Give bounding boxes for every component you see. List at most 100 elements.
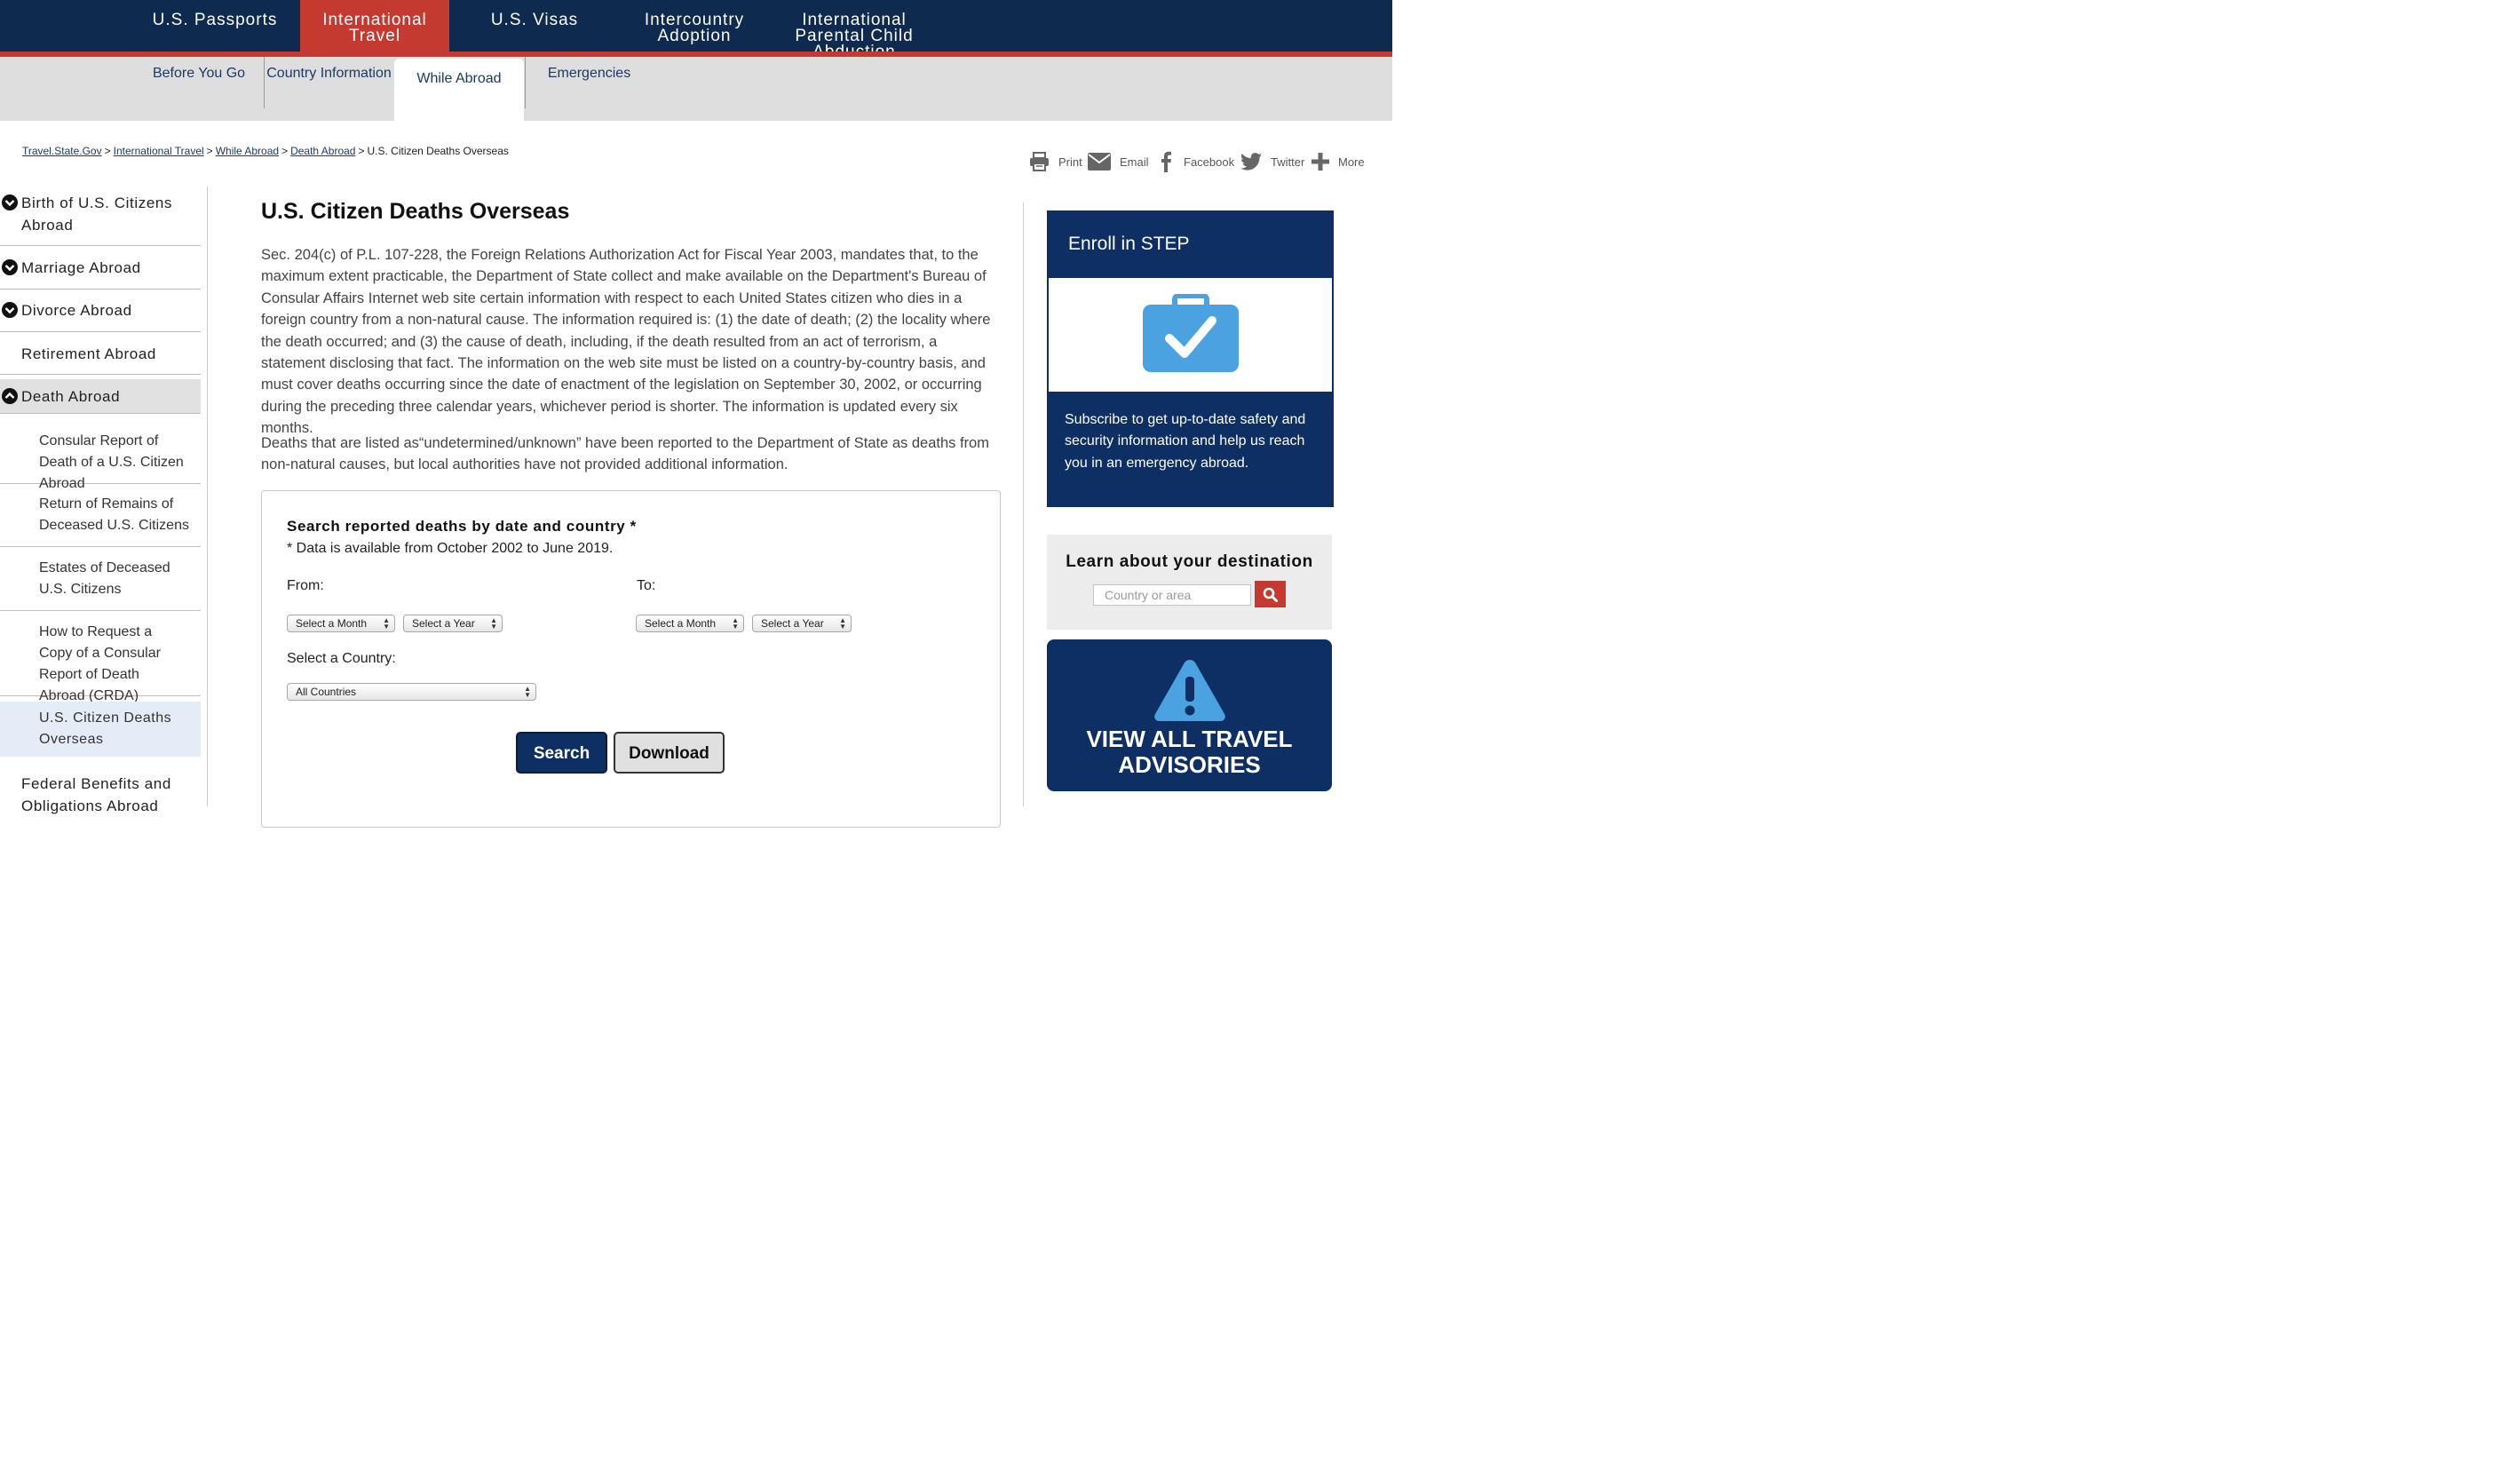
nav-us-visas[interactable]: U.S. Visas [453,0,616,53]
sidebar-item-federal-benefits[interactable]: Federal Benefits and Obligations Abroad [0,766,201,819]
sidebar-subitem-deaths-overseas[interactable]: U.S. Citizen Deaths Overseas [0,702,201,757]
destination-search-button[interactable] [1255,581,1286,607]
enroll-step-card[interactable]: Enroll in STEP Subscribe to get up-to-da… [1047,210,1334,507]
destination-search-title: Learn about your destination [1066,552,1313,571]
subnav-emergencies[interactable]: Emergencies [525,57,653,108]
to-month-select[interactable]: Select a Month ▲ ▼ [636,615,744,632]
nav-international-travel[interactable]: International Travel [300,0,449,53]
subnav-label: While Abroad [416,71,502,86]
twitter-icon [1240,153,1262,171]
sidebar-item-retirement[interactable]: Retirement Abroad [0,332,201,375]
note-paragraph: Deaths that are listed as“undetermined/u… [261,435,989,473]
share-facebook[interactable]: Facebook [1157,151,1234,172]
breadcrumb-separator: > [281,145,289,157]
to-label: To: [637,578,656,593]
subnav-label: Emergencies [547,66,631,81]
select-value: Select a Year [761,617,824,630]
sidebar-item-label: Death Abroad [21,388,121,405]
breadcrumb-link-home[interactable]: Travel.State.Gov [22,145,102,157]
warning-icon [1154,660,1225,721]
breadcrumb-link-international-travel[interactable]: International Travel [114,145,204,157]
breadcrumb-current: U.S. Citizen Deaths Overseas [367,145,509,157]
country-search-input[interactable] [1093,584,1251,606]
breadcrumb: Travel.State.Gov > International Travel > Wh… [22,145,509,157]
printer-icon [1030,152,1049,171]
select-value: Select a Month [296,617,368,630]
subnav-while-abroad[interactable]: While Abroad [394,59,524,121]
sidebar-item-label: U.S. Citizen Deaths Overseas [39,710,172,747]
advisories-label-line: VIEW ALL TRAVEL [1086,726,1293,752]
sidebar-item-label: Federal Benefits and Obligations Abroad [21,775,171,814]
breadcrumb-separator: > [358,145,365,157]
nav-us-passports[interactable]: U.S. Passports [133,0,297,53]
nav-label: Travel [348,27,401,45]
download-button[interactable]: Download [614,732,725,774]
share-label: More [1338,155,1365,169]
share-label: Print [1058,155,1082,169]
share-label: Facebook [1184,155,1235,169]
breadcrumb-link-death-abroad[interactable]: Death Abroad [290,145,355,157]
sidebar-item-divorce[interactable]: Divorce Abroad [0,290,201,332]
subnav-country-information[interactable]: Country Information [264,57,393,108]
sidebar-subitem-consular-report[interactable]: Consular Report of Death of a U.S. Citiz… [0,421,201,491]
select-arrows-icon: ▲ ▼ [490,616,497,631]
sidebar-item-label: Marriage Abroad [21,259,141,276]
step-description: Subscribe to get up-to-date safety and s… [1065,412,1306,471]
search-icon [1263,587,1278,602]
page-title: U.S. Citizen Deaths Overseas [261,199,570,224]
facebook-icon [1161,151,1171,172]
country-select[interactable]: All Countries ▲ ▼ [287,683,536,701]
data-availability-note: * Data is available from October 2002 to… [287,541,614,556]
step-title: Enroll in STEP [1068,234,1190,254]
sidebar-subitem-return-remains[interactable]: Return of Remains of Deceased U.S. Citiz… [0,484,201,547]
sidebar-item-label: Retirement Abroad [21,345,156,362]
select-value: Select a Month [645,617,717,630]
select-arrows-icon: ▲ ▼ [524,685,531,699]
to-year-select[interactable]: Select a Year ▲ ▼ [752,615,852,632]
from-month-select[interactable]: Select a Month ▲ ▼ [287,615,395,632]
subnav-before-you-go[interactable]: Before You Go [142,57,256,108]
nav-label: U.S. Visas [490,11,579,29]
advisories-label-line: ADVISORIES [1118,751,1261,778]
email-icon [1088,153,1111,171]
select-arrows-icon: ▲ ▼ [383,616,390,631]
sidebar-item-label: Divorce Abroad [21,302,132,319]
nav-label: Adoption [657,27,732,45]
sidebar-item-death-abroad[interactable]: Death Abroad [0,379,201,414]
share-label: Email [1120,155,1149,169]
country-label: Select a Country: [287,651,396,666]
sidebar-subitem-estates[interactable]: Estates of Deceased U.S. Citizens [0,547,201,611]
travel-advisories-button[interactable]: VIEW ALL TRAVEL ADVISORIES [1047,639,1332,791]
search-button[interactable]: Search [516,732,607,774]
subnav-label: Country Information [266,66,392,81]
sidebar-item-label: How to Request a Copy of a Consular Repo… [39,624,161,703]
sidebar-item-label: Return of Remains of Deceased U.S. Citiz… [39,496,189,533]
from-year-select[interactable]: Select a Year ▲ ▼ [403,615,503,632]
nav-intercountry-adoption[interactable]: Intercountry Adoption [616,0,773,53]
share-print[interactable]: Print [1029,151,1082,172]
share-twitter[interactable]: Twitter [1240,151,1304,172]
share-email[interactable]: Email [1088,151,1149,172]
select-value: Select a Year [412,617,475,630]
chevron-down-icon [2,194,18,210]
sidebar-item-label: Birth of U.S. Citizens Abroad [21,194,173,234]
sidebar-item-label: Estates of Deceased U.S. Citizens [39,560,170,597]
intro-paragraph: Sec. 204(c) of P.L. 107-228, the Foreign… [261,247,991,437]
chevron-up-icon [2,388,18,404]
sidebar-item-birth[interactable]: Birth of U.S. Citizens Abroad [0,190,201,246]
subnav-label: Before You Go [152,66,246,81]
nav-parental-child-abduction[interactable]: International Parental Child Abduction [776,0,932,53]
step-image-panel [1049,278,1332,392]
destination-search: Learn about your destination [1047,535,1332,630]
death-search-form: Search reported deaths by date and count… [261,490,1001,828]
briefcase-check-icon [1143,294,1239,372]
sidebar-item-marriage[interactable]: Marriage Abroad [0,246,201,290]
share-more[interactable]: More [1312,151,1365,172]
breadcrumb-link-while-abroad[interactable]: While Abroad [216,145,279,157]
select-arrows-icon: ▲ ▼ [839,616,846,631]
from-label: From: [287,578,324,593]
sidebar-subitem-request-copy[interactable]: How to Request a Copy of a Consular Repo… [0,611,201,703]
chevron-down-icon [2,259,18,275]
breadcrumb-separator: > [104,145,111,157]
nav-label: U.S. Passports [152,11,278,29]
